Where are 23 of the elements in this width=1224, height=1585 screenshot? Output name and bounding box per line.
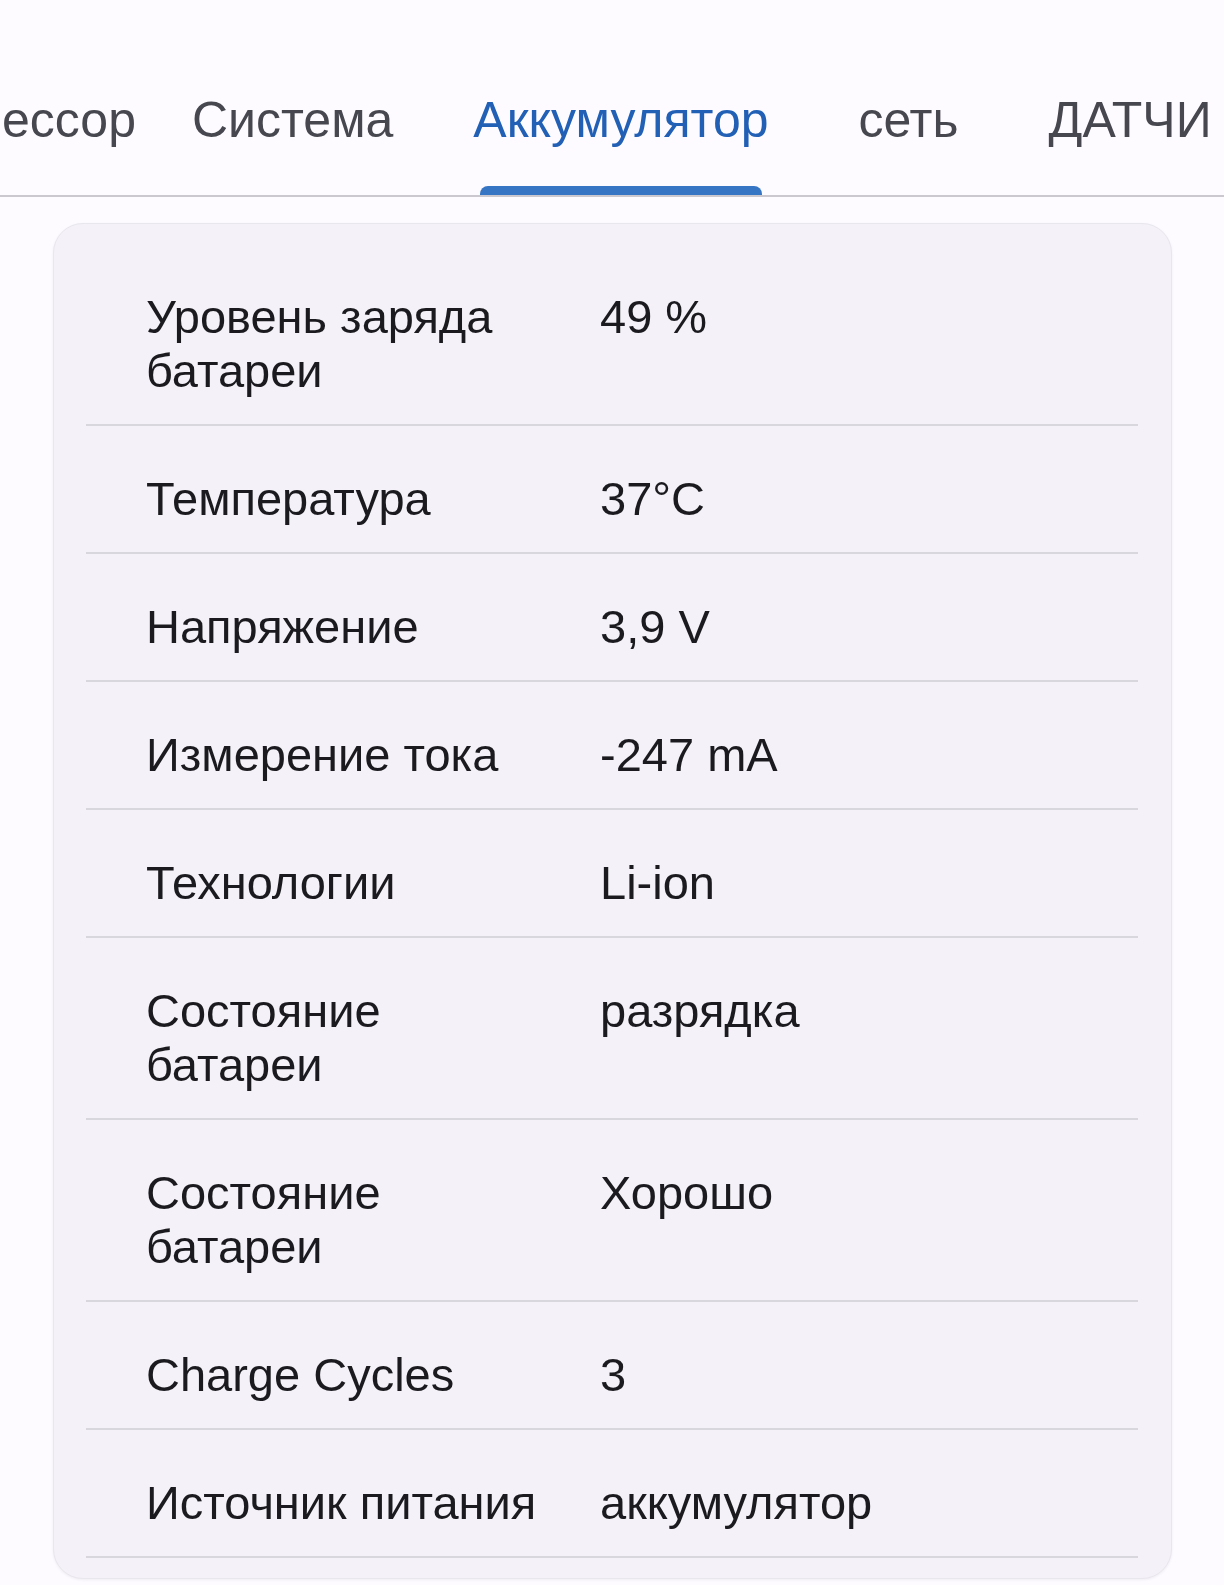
info-label: Напряжение [146,600,420,654]
info-label: Измерение тока [146,728,500,782]
info-value: -247 mA [600,728,779,782]
info-value: 37°C [600,472,706,526]
info-value: 3 [600,1348,628,1402]
info-value: Li-ion [600,856,716,910]
info-label: Уровень заряда батареи [146,290,494,398]
info-value: Хорошо [600,1166,775,1221]
info-label: Charge Cycles [146,1348,456,1402]
tab[interactable]: Аккумулятор [433,69,809,195]
info-label: Источник питания [146,1476,538,1530]
info-label: Состояние батареи [146,1166,382,1274]
info-label: Состояние батареи [146,984,382,1092]
info-value: 3,9 V [600,600,711,654]
info-value: аккумулятор [600,1476,874,1530]
tab[interactable]: ессор [0,69,152,195]
info-label: Технологии [146,856,397,910]
info-label: Температура [146,472,432,526]
info-value: 49 % [600,290,709,345]
info-value: разрядка [600,984,801,1039]
tab[interactable]: сеть [808,69,1009,195]
tab[interactable]: Система [152,69,434,195]
tab[interactable]: ДАТЧИ [1008,69,1224,195]
